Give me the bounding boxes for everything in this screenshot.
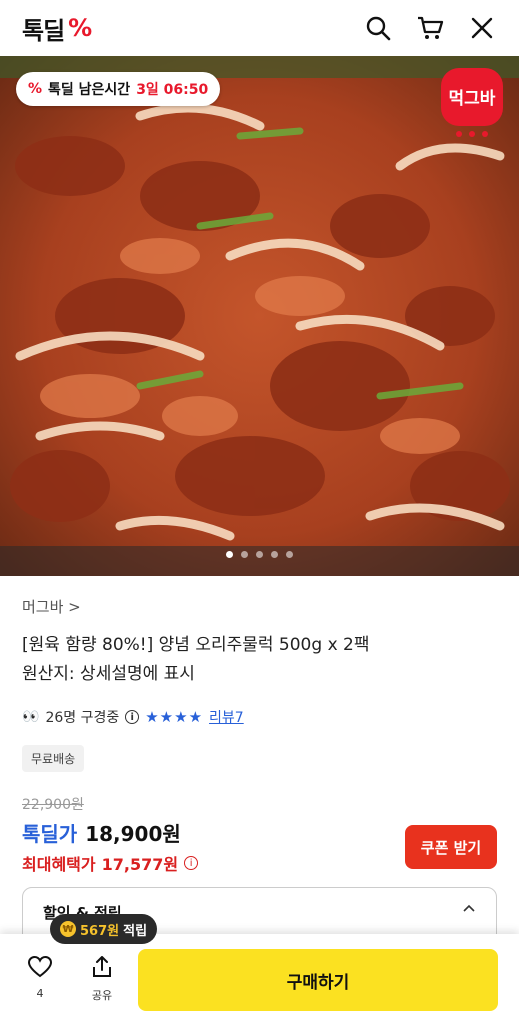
- share-icon: [93, 956, 111, 977]
- logo-text: 톡딜: [22, 16, 65, 45]
- coin-icon: ₩: [60, 921, 76, 937]
- deal-price: 18,900원: [85, 822, 181, 846]
- review-link[interactable]: 리뷰7: [209, 707, 244, 727]
- percent-icon: %: [28, 81, 43, 97]
- seller-link[interactable]: 머그바 >: [22, 596, 497, 617]
- bottom-action-bar: 4 공유 구매하기: [0, 934, 519, 1024]
- coupon-button[interactable]: 쿠폰 받기: [405, 825, 497, 869]
- share-label: 공유: [91, 989, 113, 1002]
- carousel-indicator: [0, 551, 519, 558]
- product-image-carousel[interactable]: % 톡딜 남은시간 3일 06:50 먹그바: [0, 56, 519, 576]
- carousel-dot[interactable]: [226, 551, 233, 558]
- brand-logo-badge: 먹그바: [437, 66, 507, 140]
- buy-button[interactable]: 구매하기: [138, 949, 498, 1011]
- close-icon[interactable]: [467, 13, 497, 43]
- info-icon[interactable]: i: [184, 856, 199, 870]
- carousel-dot[interactable]: [241, 551, 248, 558]
- top-header: 톡딜 %: [0, 0, 519, 56]
- talkdeal-logo[interactable]: 톡딜 %: [22, 11, 92, 46]
- like-count: 4: [36, 987, 44, 1000]
- points-tooltip: ₩ 567원 적립: [50, 914, 158, 944]
- max-benefit-label: 최대혜택가: [22, 855, 96, 874]
- points-label: 적립: [123, 923, 148, 939]
- product-title: [원육 함량 80%!] 양념 오리주물럭 500g x 2팩: [22, 635, 370, 655]
- share-button[interactable]: 공유: [84, 956, 120, 1003]
- heart-icon: [27, 955, 53, 978]
- eyes-icon: 👀: [22, 709, 40, 725]
- cart-icon[interactable]: [415, 13, 445, 43]
- carousel-dot[interactable]: [271, 551, 278, 558]
- free-shipping-badge: 무료배송: [22, 745, 85, 772]
- like-button[interactable]: 4: [22, 955, 58, 1000]
- max-benefit-price: 17,577원: [101, 855, 179, 874]
- product-meta-row: 👀 26명 구경중 i ★★★★ 리뷰7: [22, 707, 497, 727]
- info-icon[interactable]: i: [125, 710, 140, 724]
- original-price: 22,900원: [22, 797, 84, 813]
- carousel-dot[interactable]: [286, 551, 293, 558]
- points-amount: 567원: [80, 923, 120, 939]
- chevron-up-icon: [462, 902, 476, 932]
- logo-percent-mark: %: [68, 14, 93, 42]
- product-info: 머그바 > [원육 함량 80%!] 양념 오리주물럭 500g x 2팩 원산…: [22, 596, 497, 875]
- rating-stars: ★★★★: [145, 708, 204, 726]
- carousel-dot[interactable]: [256, 551, 263, 558]
- deal-price-label: 톡딜가: [22, 822, 78, 846]
- viewers-count: 26명 구경중: [45, 710, 120, 726]
- timer-value: 3일 06:50: [136, 82, 209, 98]
- timer-label: 톡딜 남은시간: [48, 82, 131, 98]
- deal-timer-badge: % 톡딜 남은시간 3일 06:50: [16, 72, 221, 106]
- product-origin: 원산지: 상세설명에 표시: [22, 664, 195, 684]
- brand-badge-text: 먹그바: [449, 89, 496, 109]
- search-icon[interactable]: [363, 13, 393, 43]
